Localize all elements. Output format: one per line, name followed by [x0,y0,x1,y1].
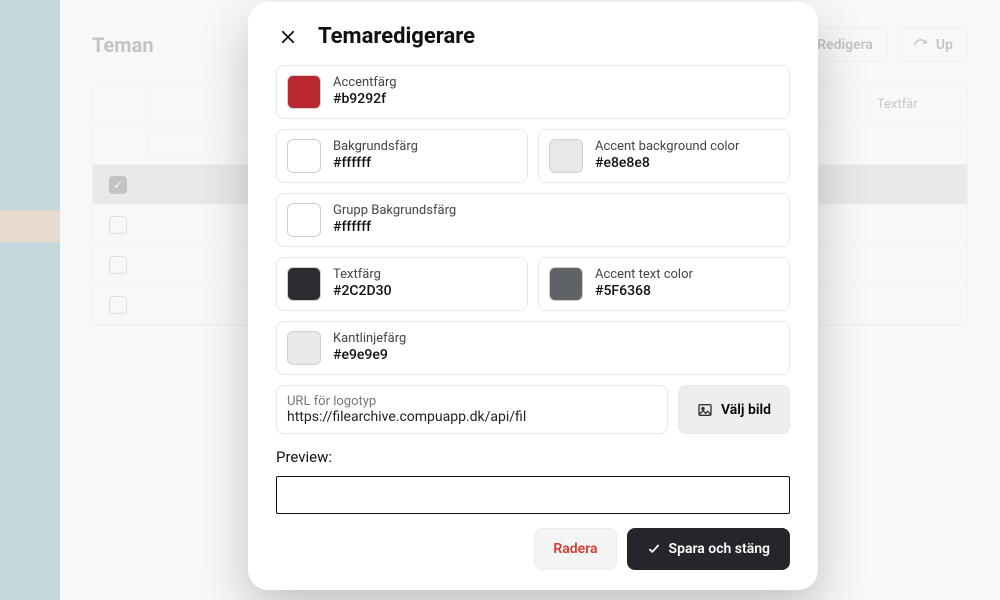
field-label: Accent background color [595,139,739,155]
accent-bg-swatch [549,139,583,173]
theme-editor-modal: Temaredigerare Accentfärg #b9292f Bakgru… [248,2,818,590]
preview-box [276,476,790,514]
bg-swatch [287,139,321,173]
accent-background-color-field[interactable]: Accent background color #e8e8e8 [538,129,790,183]
field-label: Textfärg [333,267,392,283]
accent-color-field[interactable]: Accentfärg #b9292f [276,65,790,119]
check-icon [647,542,661,556]
modal-title: Temaredigerare [318,24,475,49]
field-value: #b9292f [333,91,397,109]
field-label: Accentfärg [333,75,397,91]
field-value: #ffffff [333,219,456,237]
delete-button[interactable]: Radera [534,528,616,570]
accent-swatch [287,75,321,109]
border-color-field[interactable]: Kantlinjefärg #e9e9e9 [276,321,790,375]
group-bg-swatch [287,203,321,237]
close-icon [279,28,297,46]
field-label: Grupp Bakgrundsfärg [333,203,456,219]
border-swatch [287,331,321,365]
image-icon [697,402,713,418]
text-swatch [287,267,321,301]
close-button[interactable] [276,25,300,49]
field-value: #ffffff [333,155,418,173]
accent-text-color-field[interactable]: Accent text color #5F6368 [538,257,790,311]
choose-image-button[interactable]: Välj bild [678,385,790,434]
group-background-color-field[interactable]: Grupp Bakgrundsfärg #ffffff [276,193,790,247]
field-value: #2C2D30 [333,283,392,301]
field-value: #5F6368 [595,283,693,301]
field-label: Accent text color [595,267,693,283]
preview-label: Preview: [276,448,790,466]
logo-url-value: https://filearchive.compuapp.dk/api/fil [287,409,657,425]
field-label: Bakgrundsfärg [333,139,418,155]
text-color-field[interactable]: Textfärg #2C2D30 [276,257,528,311]
field-label: Kantlinjefärg [333,331,406,347]
background-color-field[interactable]: Bakgrundsfärg #ffffff [276,129,528,183]
logo-url-field[interactable]: URL för logotyp https://filearchive.comp… [276,385,668,434]
accent-text-swatch [549,267,583,301]
field-label: URL för logotyp [287,394,657,409]
save-and-close-button[interactable]: Spara och stäng [627,528,790,570]
field-value: #e9e9e9 [333,347,406,365]
field-value: #e8e8e8 [595,155,739,173]
